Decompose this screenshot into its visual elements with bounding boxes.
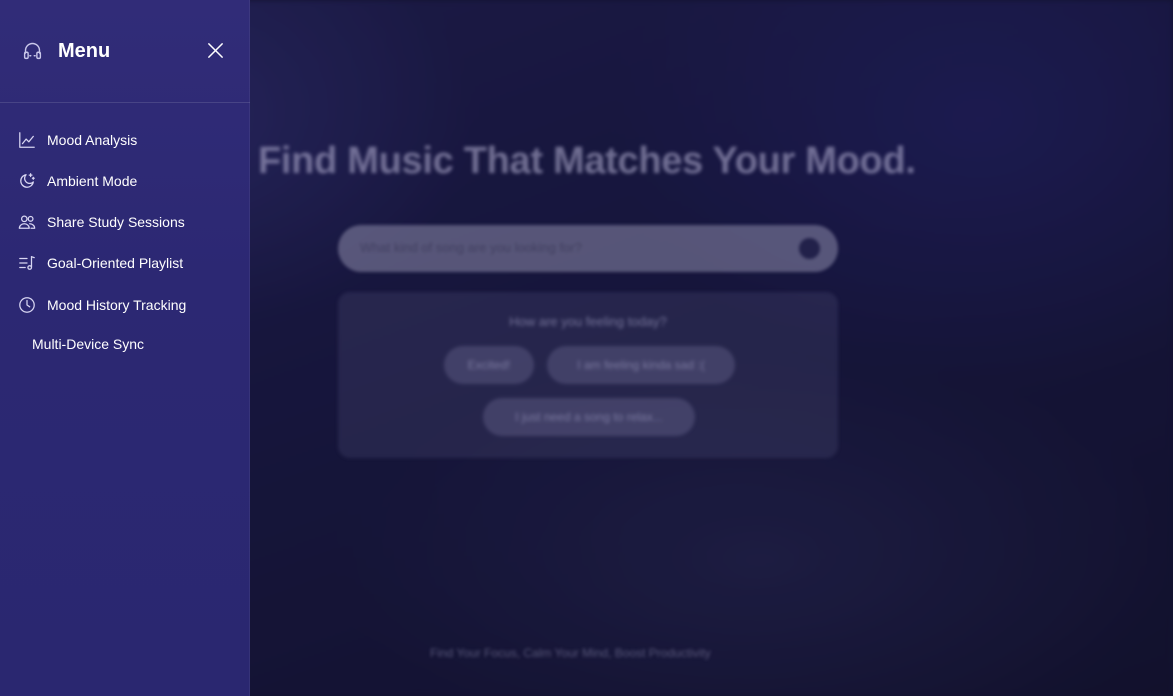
close-icon[interactable] bbox=[206, 41, 225, 60]
search-bar: What kind of song are you looking for? bbox=[338, 225, 838, 272]
sidebar-item-label: Multi-Device Sync bbox=[32, 336, 145, 352]
hero-headline: Find Music That Matches Your Mood. bbox=[258, 140, 916, 182]
playlist-icon bbox=[18, 254, 36, 272]
sidebar-item-label: Mood Analysis bbox=[47, 132, 138, 148]
footer-tagline: Find Your Focus, Calm Your Mind, Boost P… bbox=[430, 646, 711, 660]
chart-line-icon bbox=[18, 131, 36, 149]
search-submit-button bbox=[799, 238, 820, 259]
sidebar-item-mood-history-tracking[interactable]: Mood History Tracking bbox=[0, 288, 250, 322]
app-window: Find Music That Matches Your Mood. What … bbox=[0, 0, 1173, 696]
sidebar-item-share-study-sessions[interactable]: Share Study Sessions bbox=[0, 205, 250, 239]
clock-icon bbox=[18, 296, 36, 314]
sidebar-item-ambient-mode[interactable]: Ambient Mode bbox=[0, 164, 250, 198]
mood-question: How are you feeling today? bbox=[509, 314, 667, 329]
mood-chip-excited: Excited! bbox=[444, 346, 534, 384]
mood-chip-sad: I am feeling kinda sad :( bbox=[547, 346, 735, 384]
sidebar-header: Menu bbox=[0, 0, 250, 103]
sidebar-item-label: Ambient Mode bbox=[47, 173, 138, 189]
sidebar-title: Menu bbox=[58, 40, 111, 62]
sidebar-item-mood-analysis[interactable]: Mood Analysis bbox=[0, 123, 250, 157]
sidebar-item-label: Goal-Oriented Playlist bbox=[47, 255, 184, 271]
sidebar-item-multi-device-sync[interactable]: Multi-Device Sync bbox=[0, 327, 250, 361]
headphones-icon bbox=[22, 40, 43, 61]
moon-stars-icon bbox=[18, 172, 36, 190]
sidebar-item-label: Share Study Sessions bbox=[47, 214, 185, 230]
users-icon bbox=[18, 213, 36, 231]
search-placeholder: What kind of song are you looking for? bbox=[360, 240, 582, 255]
mood-chip-relax: I just need a song to relax... bbox=[483, 398, 695, 436]
mood-card: How are you feeling today? Excited! I am… bbox=[338, 292, 838, 458]
sidebar-item-goal-oriented-playlist[interactable]: Goal-Oriented Playlist bbox=[0, 246, 250, 280]
sidebar-item-label: Mood History Tracking bbox=[47, 297, 187, 313]
sidebar-menu: Menu Mood Analysis Ambient Mode Share St… bbox=[0, 0, 250, 696]
